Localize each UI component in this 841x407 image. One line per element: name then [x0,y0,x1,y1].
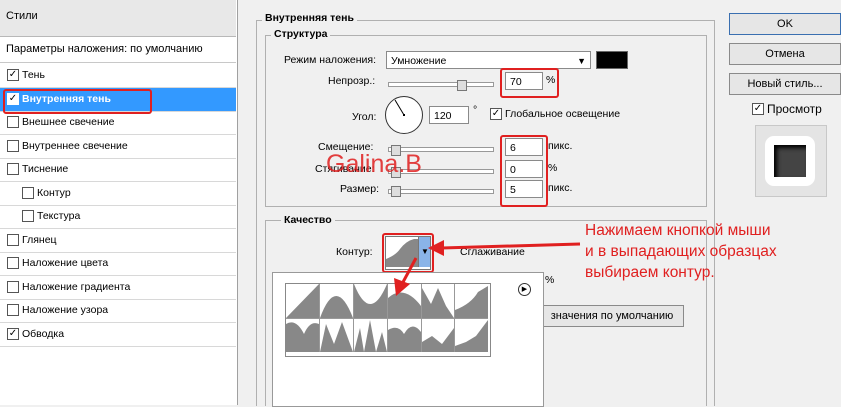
styles-header[interactable]: Стили [0,0,236,37]
preview-swatch-inner [774,145,806,177]
angle-input[interactable]: 120 [429,106,469,124]
style-preview [755,125,827,197]
style-item-checkbox[interactable] [7,280,19,293]
style-item-checkbox[interactable] [22,186,34,199]
style-item-checkbox[interactable] [7,257,19,269]
style-item-label: Контур [37,186,71,199]
preview-swatch-outer [765,136,815,186]
style-item-label: Внешнее свечение [22,116,115,128]
size-slider[interactable] [388,189,494,194]
highlight-distance-size [500,135,548,207]
ok-button[interactable]: OK [729,13,841,35]
chevron-down-icon: ▼ [577,56,586,66]
style-item-checkbox[interactable] [22,210,34,222]
style-item[interactable]: ✓ Тень [0,64,236,88]
style-item-checkbox[interactable] [7,139,19,152]
style-item-label: Обводка [22,327,65,340]
checkmark-icon: ✓ [753,103,763,114]
styles-panel: Стили Параметры наложения: по умолчанию … [0,0,238,405]
style-item[interactable]: ✓ Обводка [0,323,236,347]
new-style-button[interactable]: Новый стиль... [729,73,841,95]
distance-unit: пикс. [548,140,573,152]
annotation-line-2: и в выпадающих образцах [585,243,777,260]
annotation-line-3: выбираем контур. [585,264,715,281]
arrow-to-contour-icon [441,242,581,250]
quality-title: Качество [281,214,335,226]
style-item-label: Тень [22,69,45,81]
style-item-label: Наложение цвета [22,257,109,269]
angle-needle-icon [394,99,405,116]
style-item-checkbox[interactable] [7,163,19,175]
style-item[interactable]: Наложение цвета [0,252,236,276]
size-slider-thumb[interactable] [391,186,401,197]
style-item-checkbox[interactable] [7,116,19,128]
watermark-text: Galina.B [326,150,422,178]
style-item-label: Наложение узора [22,304,109,316]
style-item-checkbox[interactable] [7,304,19,316]
highlight-inner-shadow [3,89,152,114]
highlight-opacity [500,68,559,98]
inner-shadow-title: Внутренняя тень [262,12,357,24]
style-item-label: Тиснение [22,163,69,175]
annotation-line-1: Нажимаем кнопкой мыши [585,222,771,239]
structure-title: Структура [271,28,331,40]
blend-mode-label: Режим наложения: [284,54,377,66]
shadow-color-swatch[interactable] [596,51,628,69]
blending-options-label: Параметры наложения: по умолчанию [6,43,203,55]
style-item-label: Наложение градиента [22,280,131,293]
style-item[interactable]: Тиснение [0,158,236,182]
blend-mode-select[interactable]: Умножение ▼ [386,51,591,69]
size-label: Размер: [340,183,380,195]
preview-checkbox[interactable]: ✓ [752,103,764,115]
opacity-label: Непрозр.: [328,75,376,87]
style-item[interactable]: Контур [0,182,236,206]
contour-label: Контур: [336,246,373,258]
style-item[interactable]: Внешнее свечение [0,111,236,135]
size-unit: пикс. [548,182,573,194]
style-item-checkbox[interactable] [7,233,19,246]
global-light-label: Глобальное освещение [505,108,621,120]
preview-label: Просмотр [767,102,822,116]
style-item-checkbox[interactable]: ✓ [7,69,19,81]
style-item[interactable]: Текстура [0,205,236,229]
angle-unit: ° [473,104,478,116]
reset-default-button[interactable]: значения по умолчанию [540,305,684,327]
style-item-label: Внутреннее свечение [22,139,128,152]
blend-mode-value: Умножение [391,55,447,67]
style-item[interactable]: Наложение узора [0,299,236,323]
arrow-to-samples-icon [400,257,418,285]
style-item-label: Глянец [22,233,57,246]
style-item-checkbox[interactable]: ✓ [7,327,19,340]
styles-header-label: Стили [6,10,38,22]
annotation-arrows [394,240,581,296]
style-item[interactable]: Наложение градиента [0,276,236,300]
opacity-slider-thumb[interactable] [456,80,467,91]
cancel-button[interactable]: Отмена [729,43,841,65]
style-item[interactable]: Внутреннее свечение [0,135,236,159]
checkmark-icon: ✓ [491,108,501,119]
style-item-label: Текстура [37,210,81,222]
opacity-slider[interactable] [388,82,494,87]
blending-options-item[interactable]: Параметры наложения: по умолчанию [0,38,236,63]
global-light-checkbox[interactable]: ✓ [490,108,502,120]
angle-label: Угол: [352,111,377,123]
choke-unit: % [548,162,558,174]
angle-dial[interactable] [385,96,423,134]
style-item[interactable]: Глянец [0,229,236,253]
